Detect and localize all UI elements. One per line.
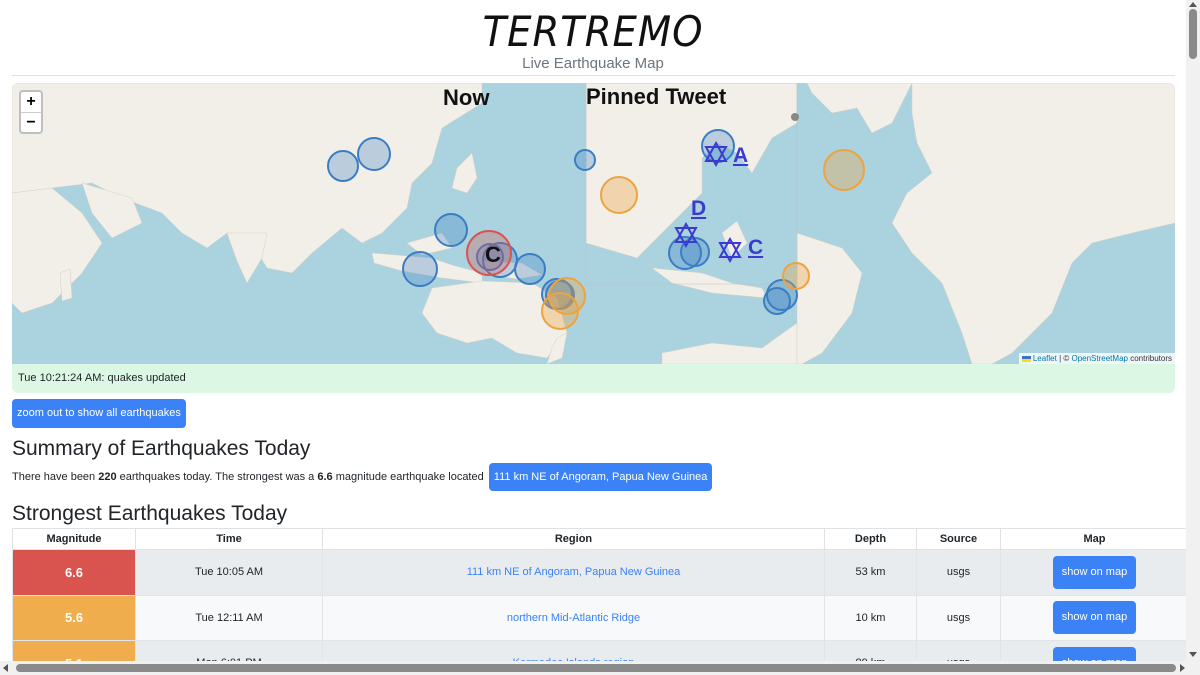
page: TERTREMO Live Earthquake Map Now Pinned … xyxy=(0,0,1186,661)
col-region: Region xyxy=(322,528,825,550)
summary-heading: Summary of Earthquakes Today xyxy=(12,437,311,460)
tagline: Live Earthquake Map xyxy=(522,55,664,72)
strongest-table: Magnitude Time Region Depth Source Map 6… xyxy=(12,528,1186,661)
show-on-map-button[interactable]: show on map xyxy=(1052,646,1137,661)
table-row: 5.1 Mon 6:01 PM Kermadec Islands region … xyxy=(12,640,1186,661)
strongest-table-container: Magnitude Time Region Depth Source Map 6… xyxy=(12,528,1186,661)
strongest-heading: Strongest Earthquakes Today xyxy=(12,502,288,525)
zoom-in-button[interactable]: + xyxy=(21,92,41,112)
map-cell: show on map xyxy=(1000,640,1186,661)
time-cell: Tue 10:05 AM xyxy=(135,549,323,596)
col-map: Map xyxy=(1000,528,1186,550)
map-cell: show on map xyxy=(1000,594,1186,641)
table-header-row: Magnitude Time Region Depth Source Map xyxy=(12,528,1186,550)
ukraine-flag-icon xyxy=(1021,355,1031,362)
map-tiles[interactable] xyxy=(12,83,1175,364)
table-row: 5.6 Tue 12:11 AM northern Mid-Atlantic R… xyxy=(12,594,1186,641)
col-time: Time xyxy=(135,528,323,550)
map-cell: show on map xyxy=(1000,549,1186,596)
horizontal-scroll-thumb[interactable] xyxy=(16,664,1176,672)
region-link[interactable]: 111 km NE of Angoram, Papua New Guinea xyxy=(322,549,825,596)
source-cell: usgs xyxy=(916,594,1001,641)
zoom-out-all-button[interactable]: zoom out to show all earthquakes xyxy=(12,399,186,428)
marker-label-a: A xyxy=(733,144,749,167)
show-on-map-button[interactable]: show on map xyxy=(1052,601,1137,635)
marker-label-c-pinned: C xyxy=(748,236,764,259)
vertical-scrollbar[interactable] xyxy=(1186,0,1200,661)
header-divider xyxy=(12,75,1175,76)
time-cell: Mon 6:01 PM xyxy=(135,640,323,661)
vertical-scroll-thumb[interactable] xyxy=(1189,9,1197,59)
summary-prefix: There have been xyxy=(12,471,99,483)
show-on-map-button[interactable]: show on map xyxy=(1052,555,1137,589)
summary-magnitude: 6.6 xyxy=(317,471,333,483)
col-source: Source xyxy=(916,528,1001,550)
brand-title: TERTREMO xyxy=(482,7,704,56)
openstreetmap-link[interactable]: OpenStreetMap xyxy=(1071,354,1127,363)
overlay-pinned-label: Pinned Tweet xyxy=(586,84,727,109)
time-cell: Tue 12:11 AM xyxy=(135,594,323,641)
depth-cell: 10 km xyxy=(824,594,917,641)
magnitude-cell: 5.6 xyxy=(12,594,136,641)
marker-label-c-now: C xyxy=(485,242,501,267)
source-cell: usgs xyxy=(916,549,1001,596)
leaflet-link[interactable]: Leaflet xyxy=(1033,354,1057,363)
overlay-now-label: Now xyxy=(443,85,490,110)
region-link[interactable]: northern Mid-Atlantic Ridge xyxy=(322,594,825,641)
depth-cell: 89 km xyxy=(824,640,917,661)
summary-text: There have been 220 earthquakes today. T… xyxy=(12,463,713,492)
summary-middle: earthquakes today. The strongest was a xyxy=(116,471,318,483)
scroll-up-icon[interactable] xyxy=(1189,2,1197,7)
scroll-down-icon[interactable] xyxy=(1189,652,1197,657)
status-message: quakes updated xyxy=(107,372,186,384)
magnitude-cell: 5.1 xyxy=(12,640,136,661)
col-depth: Depth xyxy=(824,528,917,550)
zoom-out-button[interactable]: − xyxy=(21,112,41,132)
scroll-right-icon[interactable] xyxy=(1180,664,1185,672)
depth-cell: 53 km xyxy=(824,549,917,596)
land-shapes xyxy=(12,83,1175,364)
zoom-control: + − xyxy=(19,90,43,134)
attribution-contributors: contributors xyxy=(1127,354,1172,363)
horizontal-scrollbar[interactable] xyxy=(0,661,1200,675)
summary-count: 220 xyxy=(98,471,117,483)
col-magnitude: Magnitude xyxy=(12,528,136,550)
magnitude-cell: 6.6 xyxy=(12,549,136,596)
strongest-location-button[interactable]: 111 km NE of Angoram, Papua New Guinea xyxy=(488,463,713,492)
attribution-separator: | © xyxy=(1056,354,1072,363)
source-cell: usgs xyxy=(916,640,1001,661)
table-row: 6.6 Tue 10:05 AM 111 km NE of Angoram, P… xyxy=(12,549,1186,596)
scroll-left-icon[interactable] xyxy=(3,664,8,672)
map-attribution: Leaflet | © OpenStreetMap contributors xyxy=(1018,353,1175,364)
header: TERTREMO xyxy=(0,6,1186,58)
region-link[interactable]: Kermadec Islands region xyxy=(322,640,825,661)
earthquake-map[interactable]: Now Pinned Tweet C A D C + − Leaflet | ©… xyxy=(12,83,1175,364)
marker-label-d: D xyxy=(691,197,707,220)
summary-suffix: magnitude earthquake located xyxy=(332,471,484,483)
small-marker xyxy=(791,113,799,121)
status-bar: Tue 10:21:24 AM: quakes updated xyxy=(12,364,1175,393)
status-time: Tue 10:21:24 AM xyxy=(18,372,102,384)
